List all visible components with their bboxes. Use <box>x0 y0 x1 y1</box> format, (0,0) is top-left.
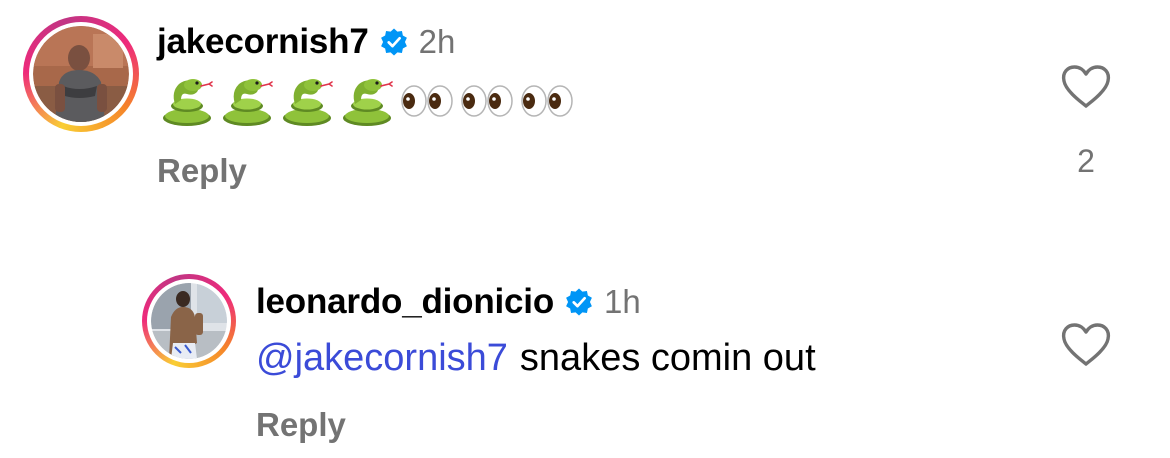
avatar[interactable] <box>142 274 236 368</box>
comment-timestamp: 2h <box>418 23 456 60</box>
reply-button[interactable]: Reply <box>157 152 247 190</box>
like-count: 2 <box>1077 143 1095 179</box>
heart-outline-icon[interactable] <box>1060 322 1112 368</box>
reply-button[interactable]: Reply <box>256 406 346 444</box>
snake-emoji-icon <box>163 79 213 126</box>
heart-outline-icon[interactable] <box>1060 64 1112 110</box>
eyes-emoji-icon <box>461 85 513 117</box>
comment-header: jakecornish7 2h <box>157 20 455 64</box>
comment-item: jakecornish7 2h Reply 2 <box>0 0 1170 220</box>
verified-badge-icon <box>380 28 407 56</box>
avatar-story-ring <box>147 279 231 363</box>
eyes-emoji-icon <box>521 85 573 117</box>
comment-body: snakes comin out <box>519 336 816 379</box>
comment-header: leonardo_dionicio 1h <box>256 280 641 324</box>
avatar-story-ring <box>29 22 133 126</box>
snake-emoji-icon <box>343 79 393 126</box>
verified-badge-icon <box>566 288 592 316</box>
comment-username[interactable]: leonardo_dionicio <box>256 282 554 322</box>
comment-timestamp: 1h <box>604 283 641 320</box>
profile-photo <box>33 26 129 122</box>
eyes-emoji-icon <box>401 85 453 117</box>
comment-text <box>157 73 577 129</box>
avatar[interactable] <box>23 16 139 132</box>
profile-photo <box>151 283 227 359</box>
comment-text: @jakecornish7 snakes comin out <box>256 334 816 382</box>
snake-emoji-icon <box>283 79 333 126</box>
mention-link[interactable]: @jakecornish7 <box>256 337 508 380</box>
comment-username[interactable]: jakecornish7 <box>157 22 369 62</box>
snake-emoji-icon <box>223 79 273 126</box>
